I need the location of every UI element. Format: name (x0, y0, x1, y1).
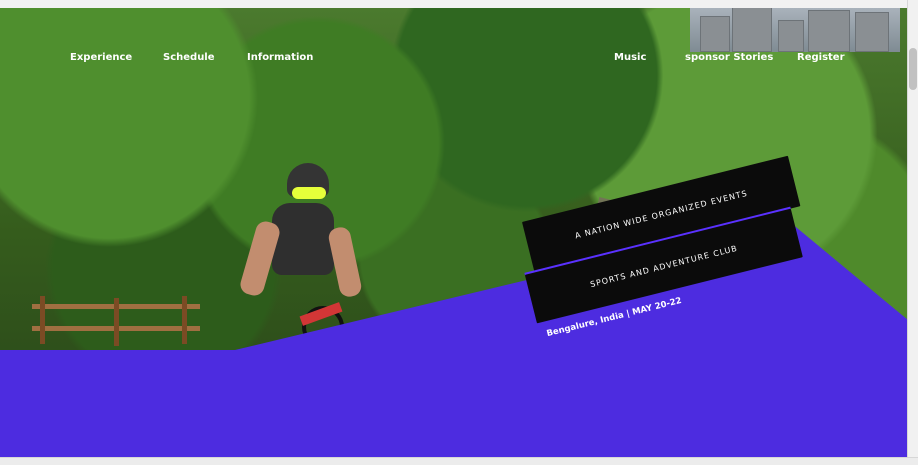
fence-post (40, 296, 45, 344)
scrollbar-thumb[interactable] (909, 48, 917, 90)
fence-post (114, 298, 119, 346)
building-shape (778, 20, 804, 52)
hero-banner: Experience Schedule Information Music sp… (0, 8, 908, 458)
vertical-scrollbar[interactable] (907, 0, 918, 458)
wooden-fence-image (32, 296, 200, 351)
building-shape (855, 12, 889, 52)
nav-item-register[interactable]: Register (797, 52, 845, 63)
building-shape (700, 16, 730, 52)
fence-post (182, 296, 187, 344)
goggles-shape (292, 187, 326, 199)
building-shape (808, 10, 850, 52)
rider-torso (272, 203, 334, 275)
horizontal-scrollbar[interactable] (0, 457, 918, 465)
building-shape (732, 8, 772, 52)
nav-item-schedule[interactable]: Schedule (163, 52, 215, 63)
nav-item-experience[interactable]: Experience (70, 52, 132, 63)
nav-item-music[interactable]: Music (614, 52, 646, 63)
city-skyline-image (690, 8, 900, 52)
nav-item-information[interactable]: Information (247, 52, 313, 63)
nav-item-sponsor-stories[interactable]: sponsor Stories (685, 52, 773, 63)
